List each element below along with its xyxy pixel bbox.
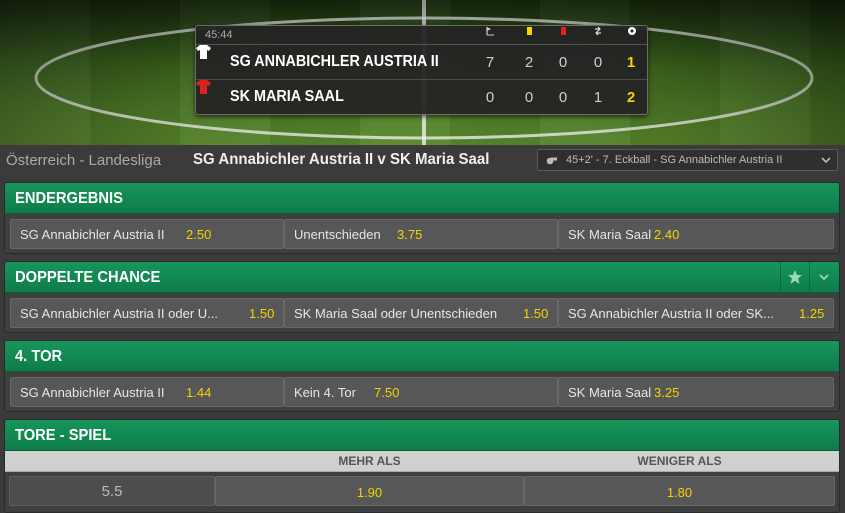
scoreboard-row-away: SK MARIA SAAL 0 0 0 1 2	[196, 80, 647, 115]
away-team-name: SK MARIA SAAL	[230, 88, 344, 105]
chevron-down-icon	[821, 157, 831, 164]
selection-over[interactable]: 1.90	[215, 476, 524, 506]
selection-home-scores[interactable]: SG Annabichler Austria II 1.44	[10, 377, 284, 407]
selection-home-win[interactable]: SG Annabichler Austria II 2.50	[10, 219, 284, 249]
away-score: 2	[626, 89, 636, 106]
collapse-button[interactable]	[809, 262, 838, 292]
scoreboard-row-home: SG ANNABICHLER AUSTRIA II 7 2 0 0 1	[196, 45, 647, 80]
star-icon	[788, 270, 802, 284]
home-team-name: SG ANNABICHLER AUSTRIA II	[230, 53, 439, 70]
corner-flag-icon	[486, 27, 494, 36]
selection-name: SK Maria Saal	[568, 227, 652, 242]
away-corners: 0	[485, 89, 495, 106]
breadcrumb[interactable]: Österreich - Landesliga	[6, 152, 161, 169]
selection-odds: 3.25	[654, 385, 680, 400]
selection-odds: 2.50	[186, 227, 212, 242]
market-header[interactable]: DOPPELTE CHANCE	[5, 262, 839, 293]
market-header[interactable]: TORE - SPIEL	[5, 420, 839, 451]
home-yellow-cards: 2	[524, 54, 534, 71]
under-label: WENIGER ALS	[637, 454, 722, 468]
selection-home-or-away[interactable]: SG Annabichler Austria II oder SK... 1.2…	[558, 298, 834, 328]
market-title: TORE - SPIEL	[15, 427, 112, 444]
scoreboard: 45:44 SG ANNABICHLER AUSTRIA II 7 2 0 0 …	[195, 25, 648, 115]
favourite-button[interactable]	[780, 262, 809, 292]
selection-draw[interactable]: Unentschieden 3.75	[284, 219, 558, 249]
selection-away-scores[interactable]: SK Maria Saal 3.25	[558, 377, 834, 407]
match-clock: 45:44	[205, 29, 233, 41]
selection-away-or-draw[interactable]: SK Maria Saal oder Unentschieden 1.50	[284, 298, 558, 328]
yellow-card-icon	[527, 27, 532, 35]
selection-odds: 1.25	[799, 306, 825, 321]
goal-ball-icon	[628, 27, 636, 35]
selection-name: SK Maria Saal	[568, 385, 652, 400]
market-title: ENDERGEBNIS	[15, 190, 123, 207]
market-header[interactable]: ENDERGEBNIS	[5, 183, 839, 214]
selection-away-win[interactable]: SK Maria Saal 2.40	[558, 219, 834, 249]
selection-name: SG Annabichler Austria II	[20, 385, 165, 400]
page-title: SG Annabichler Austria II v SK Maria Saa…	[193, 151, 490, 168]
market-header[interactable]: 4. TOR	[5, 341, 839, 372]
last-event-text: 45+2' - 7. Eckball - SG Annabichler Aust…	[566, 154, 783, 166]
red-card-icon	[561, 27, 566, 35]
selection-odds: 1.44	[186, 385, 212, 400]
selection-name: Kein 4. Tor	[294, 385, 356, 400]
home-substitutions: 0	[593, 54, 603, 71]
away-substitutions: 1	[593, 89, 603, 106]
selection-name: Unentschieden	[294, 227, 381, 242]
market-title: 4. TOR	[15, 348, 63, 365]
selection-no-goal[interactable]: Kein 4. Tor 7.50	[284, 377, 558, 407]
selection-odds: 7.50	[374, 385, 400, 400]
market-tore-spiel: TORE - SPIEL MEHR ALS WENIGER ALS 5.5 1.…	[4, 419, 840, 513]
home-corners: 7	[485, 54, 495, 71]
selection-odds: 1.50	[523, 306, 549, 321]
market-4-tor: 4. TOR SG Annabichler Austria II 1.44 Ke…	[4, 340, 840, 412]
selection-odds: 2.40	[654, 227, 680, 242]
away-shirt-icon	[196, 80, 211, 94]
home-shirt-icon	[196, 45, 211, 59]
over-label: MEHR ALS	[338, 454, 401, 468]
market-doppelte-chance: DOPPELTE CHANCE SG Annabichler Austria I…	[4, 261, 840, 333]
selection-odds: 3.75	[397, 227, 423, 242]
market-title: DOPPELTE CHANCE	[15, 269, 161, 286]
selection-home-or-draw[interactable]: SG Annabichler Austria II oder U... 1.50	[10, 298, 284, 328]
selection-name: SG Annabichler Austria II oder U...	[20, 306, 218, 321]
totals-line: 5.5	[9, 476, 215, 506]
home-red-cards: 0	[558, 54, 568, 71]
away-red-cards: 0	[558, 89, 568, 106]
home-score: 1	[626, 54, 636, 71]
selection-under[interactable]: 1.80	[524, 476, 835, 506]
chevron-down-icon	[819, 274, 829, 281]
selection-odds: 1.50	[249, 306, 275, 321]
market-endergebnis: ENDERGEBNIS SG Annabichler Austria II 2.…	[4, 182, 840, 254]
away-yellow-cards: 0	[524, 89, 534, 106]
totals-column-header: MEHR ALS WENIGER ALS	[5, 451, 839, 472]
substitution-icon	[595, 26, 601, 36]
whistle-icon	[546, 157, 557, 165]
selection-name: SG Annabichler Austria II	[20, 227, 165, 242]
match-title-bar: Österreich - Landesliga SG Annabichler A…	[0, 145, 845, 176]
selection-name: SG Annabichler Austria II oder SK...	[568, 306, 774, 321]
pitch-banner: 45:44 SG ANNABICHLER AUSTRIA II 7 2 0 0 …	[0, 0, 845, 145]
selection-name: SK Maria Saal oder Unentschieden	[294, 306, 498, 321]
last-event-dropdown[interactable]: 45+2' - 7. Eckball - SG Annabichler Aust…	[537, 149, 838, 171]
